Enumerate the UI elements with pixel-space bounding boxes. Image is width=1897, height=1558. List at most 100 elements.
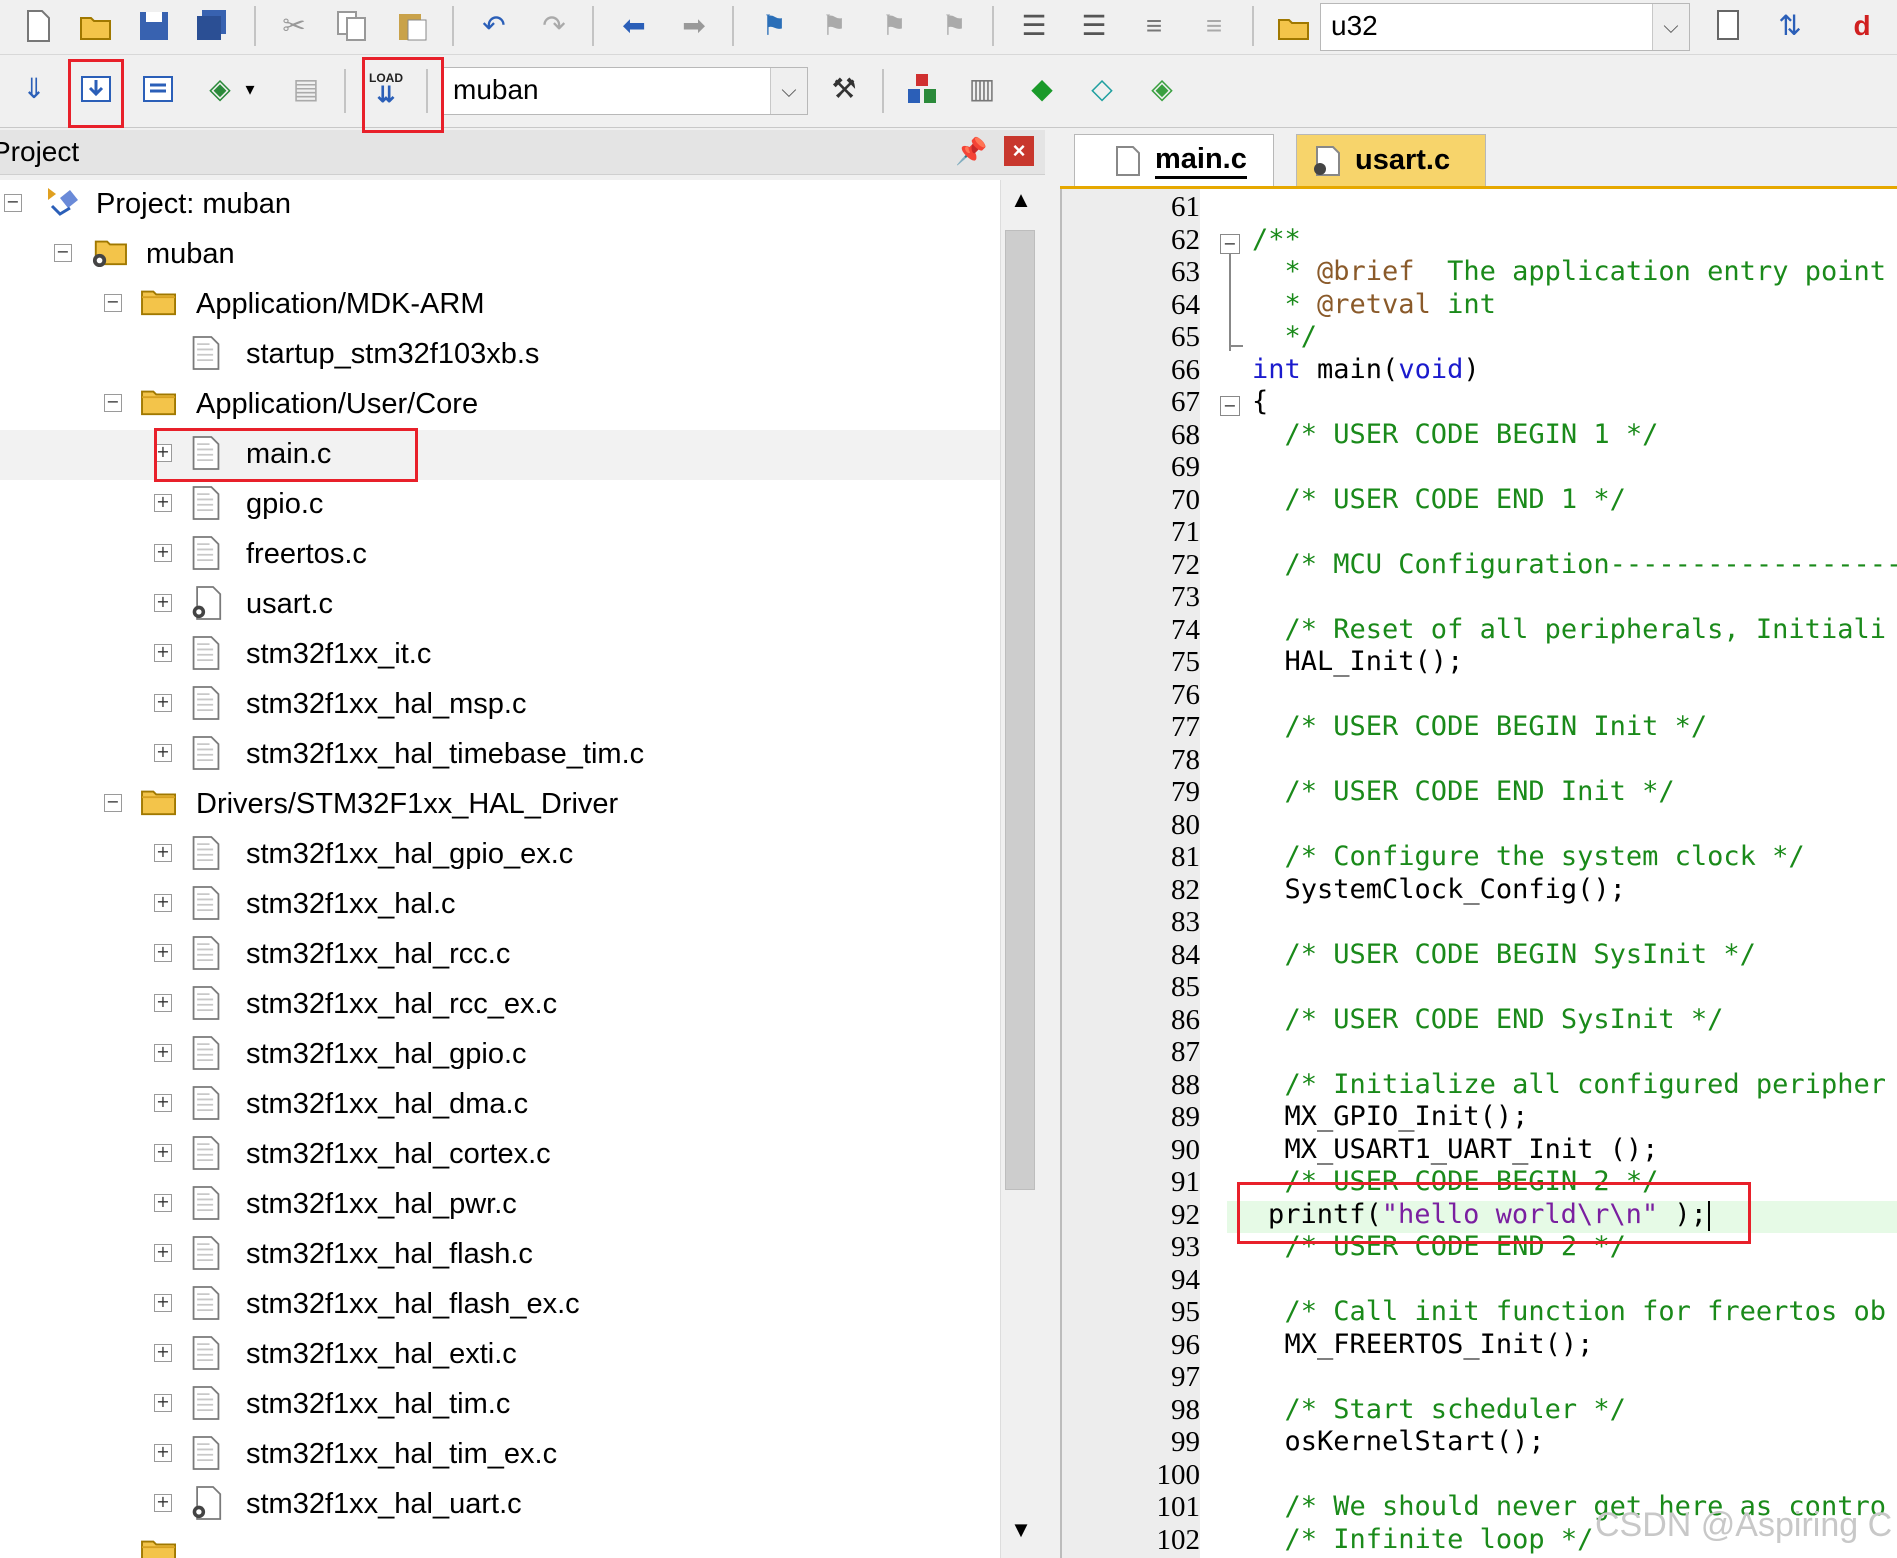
bookmark-icon[interactable]: ⚑ <box>752 4 796 48</box>
expand-icon[interactable]: + <box>154 644 172 662</box>
build-icon[interactable] <box>74 67 118 111</box>
scroll-up-icon[interactable]: ▲ <box>1001 180 1041 220</box>
expand-icon[interactable]: + <box>154 844 172 862</box>
code-line[interactable]: /* Configure the system clock */ <box>1252 841 1805 872</box>
code-line[interactable]: /* USER CODE BEGIN SysInit */ <box>1252 939 1756 970</box>
copy-icon[interactable] <box>330 4 374 48</box>
expand-icon[interactable]: + <box>154 594 172 612</box>
indent-icon[interactable]: ☰ <box>1012 4 1056 48</box>
code-line[interactable]: int main(void) <box>1252 354 1480 385</box>
code-line[interactable]: * @retval int <box>1252 289 1496 320</box>
tree-target[interactable]: − muban <box>0 230 1000 280</box>
code-line[interactable]: /* USER CODE BEGIN Init */ <box>1252 711 1708 742</box>
tree-file[interactable]: + gpio.c <box>0 480 1000 530</box>
close-panel-button[interactable]: × <box>1004 136 1034 166</box>
tree-file[interactable]: + usart.c <box>0 580 1000 630</box>
collapse-icon[interactable]: − <box>104 394 122 412</box>
open-folder-icon[interactable] <box>74 4 118 48</box>
expand-icon[interactable]: + <box>154 994 172 1012</box>
new-file-icon[interactable] <box>16 4 60 48</box>
scroll-thumb[interactable] <box>1005 230 1035 1190</box>
code-line[interactable]: */ <box>1252 321 1318 352</box>
tree-file[interactable]: + stm32f1xx_hal_rcc.c <box>0 930 1000 980</box>
collapse-icon[interactable]: − <box>104 294 122 312</box>
code-line[interactable]: osKernelStart(); <box>1252 1426 1545 1457</box>
tree-file[interactable]: + freertos.c <box>0 530 1000 580</box>
tree-file[interactable]: + stm32f1xx_hal_gpio.c <box>0 1030 1000 1080</box>
tree-group[interactable] <box>0 1530 1000 1558</box>
tab-main-c[interactable]: main.c <box>1074 134 1274 186</box>
incremental-find-icon[interactable] <box>1708 4 1752 48</box>
clear-bookmarks-icon[interactable]: ⚑ <box>932 4 976 48</box>
code-line[interactable]: /* USER CODE END SysInit */ <box>1252 1004 1724 1035</box>
code-editor[interactable]: 61 62 63 64 65 66 67 68 69 70 71 72 73 74 75 76 77 78 79 80… <box>1060 189 1897 1558</box>
fold-toggle-icon[interactable]: − <box>1220 396 1240 416</box>
find-references-icon[interactable]: ⇅ <box>1768 4 1812 48</box>
tree-file[interactable]: startup_stm32f103xb.s <box>0 330 1000 380</box>
expand-icon[interactable]: + <box>154 1444 172 1462</box>
code-line[interactable]: /** <box>1252 224 1301 255</box>
code-line[interactable]: /* Initialize all configured peripher <box>1252 1069 1886 1100</box>
manage-project-items-icon[interactable] <box>900 67 944 111</box>
tree-file[interactable]: + stm32f1xx_hal_cortex.c <box>0 1130 1000 1180</box>
chevron-down-icon[interactable]: ⌵ <box>770 68 807 114</box>
expand-icon[interactable]: + <box>154 744 172 762</box>
paste-icon[interactable] <box>390 4 434 48</box>
tree-file[interactable]: + stm32f1xx_hal_uart.c <box>0 1480 1000 1530</box>
options-for-target-icon[interactable]: ⚒ <box>822 67 866 111</box>
tree-group[interactable]: − Application/User/Core <box>0 380 1000 430</box>
tree-file[interactable]: + stm32f1xx_hal_exti.c <box>0 1330 1000 1380</box>
collapse-icon[interactable]: − <box>4 194 22 212</box>
select-packs-icon[interactable]: ▥ <box>960 67 1004 111</box>
rebuild-icon[interactable] <box>136 67 180 111</box>
tree-file[interactable]: + stm32f1xx_hal_flash.c <box>0 1230 1000 1280</box>
tree-group[interactable]: − Drivers/STM32F1xx_HAL_Driver <box>0 780 1000 830</box>
tree-file[interactable]: + stm32f1xx_hal_tim.c <box>0 1380 1000 1430</box>
collapse-icon[interactable]: − <box>104 794 122 812</box>
code-line[interactable]: /* USER CODE END 2 */ <box>1252 1231 1626 1262</box>
expand-icon[interactable]: + <box>154 1144 172 1162</box>
fold-toggle-icon[interactable]: − <box>1220 233 1240 254</box>
scroll-down-icon[interactable]: ▼ <box>1001 1510 1041 1550</box>
code-line[interactable]: /* USER CODE END Init */ <box>1252 776 1675 807</box>
code-line[interactable]: { <box>1252 386 1268 417</box>
undo-icon[interactable]: ↶ <box>472 4 516 48</box>
code-line[interactable]: * @brief The application entry point <box>1252 256 1886 287</box>
code-line[interactable]: /* Infinite loop */ <box>1252 1524 1594 1555</box>
expand-icon[interactable]: + <box>154 1294 172 1312</box>
expand-icon[interactable]: + <box>154 544 172 562</box>
expand-icon[interactable]: + <box>154 694 172 712</box>
expand-icon[interactable]: + <box>154 494 172 512</box>
expand-icon[interactable]: + <box>154 1494 172 1512</box>
code-line[interactable]: MX_USART1_UART_Init (); <box>1252 1134 1659 1165</box>
code-line[interactable]: MX_FREERTOS_Init(); <box>1252 1329 1594 1360</box>
code-line[interactable]: HAL_Init(); <box>1252 646 1464 677</box>
pack-installer-icon[interactable]: ◇ <box>1080 67 1124 111</box>
tree-project-root[interactable]: − Project: muban <box>0 180 1000 230</box>
code-line[interactable]: /* USER CODE END 1 */ <box>1252 484 1626 515</box>
code-line[interactable]: /* MCU Configuration------------------ <box>1252 549 1897 580</box>
uncomment-icon[interactable]: ≡ <box>1192 4 1236 48</box>
tree-file[interactable]: + stm32f1xx_hal_timebase_tim.c <box>0 730 1000 780</box>
code-line[interactable]: SystemClock_Config(); <box>1252 874 1626 905</box>
unindent-icon[interactable]: ☰ <box>1072 4 1116 48</box>
redo-icon[interactable]: ↷ <box>532 4 576 48</box>
tree-file[interactable]: + stm32f1xx_hal_rcc_ex.c <box>0 980 1000 1030</box>
save-icon[interactable] <box>132 4 176 48</box>
batch-build-icon[interactable]: ◈ <box>198 67 242 111</box>
tree-file[interactable]: + stm32f1xx_hal_gpio_ex.c <box>0 830 1000 880</box>
code-line[interactable]: /* Call init function for freertos ob <box>1252 1296 1886 1327</box>
code-line[interactable]: /* USER CODE BEGIN 2 */ <box>1252 1166 1659 1197</box>
code-line[interactable]: printf("hello world\r\n" ); <box>1268 1199 1707 1230</box>
expand-icon[interactable]: + <box>154 1194 172 1212</box>
code-line[interactable]: MX_GPIO_Init(); <box>1252 1101 1529 1132</box>
pin-icon[interactable]: 📌 <box>955 136 987 167</box>
stop-build-icon[interactable]: ▤ <box>284 67 328 111</box>
project-tree-scrollbar[interactable]: ▲ ▼ <box>1000 180 1041 1558</box>
tree-file[interactable]: + stm32f1xx_hal_pwr.c <box>0 1180 1000 1230</box>
tree-file[interactable]: + stm32f1xx_hal_dma.c <box>0 1080 1000 1130</box>
tree-file[interactable]: + main.c <box>0 430 1000 480</box>
prev-bookmark-icon[interactable]: ⚑ <box>812 4 856 48</box>
cut-icon[interactable]: ✂ <box>272 4 316 48</box>
expand-icon[interactable]: + <box>154 1044 172 1062</box>
